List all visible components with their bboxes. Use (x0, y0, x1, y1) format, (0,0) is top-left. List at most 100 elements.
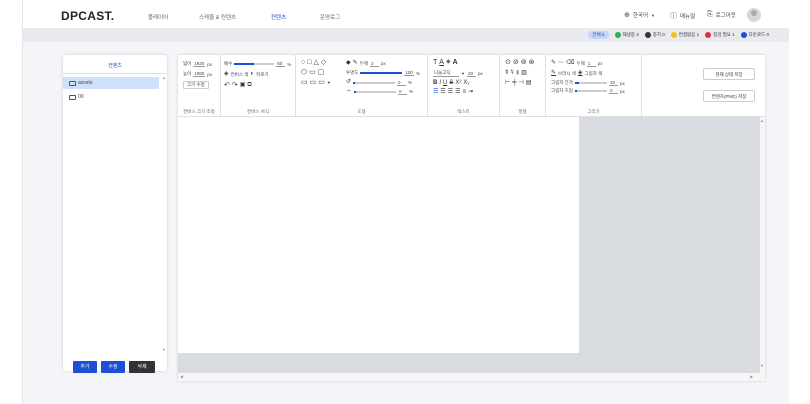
indent-icon[interactable]: ⇥ (468, 89, 473, 96)
nav-content[interactable]: 컨텐츠 (271, 13, 286, 21)
image-icon[interactable]: ▣ (240, 82, 246, 89)
highlight-icon[interactable]: ◈ (446, 59, 451, 66)
shape-icon[interactable]: ▭ (310, 79, 317, 86)
font-select[interactable]: 나눔고딕 (433, 70, 459, 77)
edit-button[interactable]: 수정 (101, 361, 125, 373)
pencil-icon[interactable]: ✎ (353, 60, 358, 67)
back-icon[interactable]: ⊛ (529, 59, 535, 66)
italic-icon[interactable]: I (439, 80, 441, 87)
strike-icon[interactable]: S (449, 80, 453, 87)
logout-link[interactable]: ⎘ 로그아웃 (707, 11, 736, 19)
scroll-down-icon[interactable]: ▼ (760, 363, 764, 368)
shape-icon[interactable]: ▭ (318, 79, 325, 86)
text-icon[interactable]: T (433, 59, 437, 66)
diamond-icon[interactable]: ◇ (321, 59, 326, 66)
thickness-input[interactable]: 1 (586, 61, 596, 67)
status-stopped[interactable]: 중지 0 (644, 32, 665, 38)
align-bottom-icon[interactable]: ⫫ (516, 70, 519, 77)
horizontal-scrollbar[interactable]: ◀ ▶ (178, 373, 760, 381)
hexagon-icon[interactable]: ⬡ (301, 69, 307, 76)
chevron-down-icon[interactable]: ▼ (461, 71, 465, 76)
rotate-input[interactable]: 0 (397, 80, 407, 86)
opacity-input[interactable]: 100 (404, 70, 414, 76)
text-shadow-icon[interactable]: A (453, 59, 458, 66)
scale-input[interactable]: 50 (276, 61, 286, 67)
redo-icon[interactable]: ↷ (232, 82, 238, 89)
status-download[interactable]: 다운로드 0 (740, 32, 769, 38)
nav-player[interactable]: 플레이어 (148, 13, 168, 21)
opacity-slider[interactable] (360, 72, 403, 74)
manual-link[interactable]: ⓘ 매뉴얼 (670, 11, 695, 21)
nav-log[interactable]: 운영로그 (320, 13, 340, 21)
shape-icon[interactable]: ▭ (301, 79, 308, 86)
distribute-icon[interactable]: ▥ (521, 70, 527, 77)
align-right-edge-icon[interactable]: ⊣ (519, 80, 524, 87)
fill-icon[interactable]: ◆ (346, 60, 351, 67)
resize-button[interactable]: 크기 수정 (183, 81, 209, 89)
circle-icon[interactable]: ○ (301, 59, 305, 66)
scroll-down-icon[interactable]: ▼ (162, 347, 166, 352)
shadow-distance-input[interactable]: 10 (608, 80, 618, 86)
ungroup-icon[interactable]: ⊘ (513, 59, 519, 66)
nav-schedule[interactable]: 스케줄 & 컨텐츠 (199, 13, 236, 21)
list-icon[interactable]: ≡ (463, 89, 467, 96)
group-icon[interactable]: ⊙ (505, 59, 511, 66)
canvas[interactable] (178, 117, 579, 353)
triangle-icon[interactable]: △ (313, 59, 318, 66)
shadow-color-icon[interactable]: ◈ (578, 70, 583, 77)
status-all-badge[interactable]: 전체 5 (588, 31, 609, 39)
align-justify-icon[interactable]: ☰ (455, 89, 460, 96)
bold-icon[interactable]: B (433, 80, 437, 87)
shadow-distance-slider[interactable] (574, 82, 607, 84)
underline-icon[interactable]: U (443, 80, 447, 87)
paint-bucket-icon[interactable]: ◈ (224, 71, 229, 78)
height-input[interactable]: 1080 (193, 71, 206, 77)
align-middle-icon[interactable]: ⫩ (510, 70, 513, 77)
width-input[interactable]: 1920 (193, 61, 206, 67)
rectangle-icon[interactable]: ▭ (309, 69, 316, 76)
square-icon[interactable]: □ (307, 59, 311, 66)
pen-color-icon[interactable]: ✎ (551, 70, 556, 77)
eraser-icon[interactable]: ⌫ (566, 60, 574, 67)
save-png-button[interactable]: 컨텐츠(PNG) 저장 (703, 90, 755, 102)
chevron-down-icon[interactable]: ▼ (327, 79, 331, 86)
shadow-blur-input[interactable]: 0 (608, 88, 618, 94)
font-size-input[interactable]: 20 (466, 71, 476, 77)
text-color-icon[interactable]: A (439, 59, 444, 66)
dash-icon[interactable]: ⋯ (558, 60, 564, 67)
shadow-blur-slider[interactable] (574, 90, 607, 92)
align-right-icon[interactable]: ☰ (448, 89, 453, 96)
status-check[interactable]: 점검 필요 1 (705, 32, 735, 38)
add-button[interactable]: 추가 (73, 361, 97, 373)
avatar[interactable] (747, 8, 761, 22)
delete-button[interactable]: 삭제 (129, 361, 155, 373)
status-offline[interactable]: 연결없음 1 (670, 32, 699, 38)
front-icon[interactable]: ⊚ (521, 59, 527, 66)
sidebar-item-00[interactable]: 00 (63, 91, 159, 103)
language-select[interactable]: ⊕ 한국어 ▼ (624, 11, 655, 19)
distribute-h-icon[interactable]: ▤ (526, 80, 532, 87)
scroll-up-icon[interactable]: ▲ (760, 118, 764, 123)
skew-input[interactable]: 0 (398, 89, 407, 95)
align-left-edge-icon[interactable]: ⊢ (505, 80, 510, 87)
align-hcenter-icon[interactable]: ╪ (512, 80, 516, 87)
status-playing[interactable]: 재생중 3 (614, 32, 639, 38)
skew-slider[interactable] (354, 90, 396, 93)
scale-slider[interactable] (234, 63, 275, 65)
layer-icon[interactable]: ◐ (250, 71, 254, 78)
save-current-button[interactable]: 현재 상태 저장 (703, 68, 755, 80)
stroke-input[interactable]: 2 (369, 61, 379, 67)
vertical-scrollbar[interactable]: ▲ ▼ (760, 117, 765, 381)
superscript-icon[interactable]: X² (455, 80, 461, 87)
logo[interactable]: DPCAST. (61, 9, 114, 23)
align-top-icon[interactable]: ⫪ (505, 70, 508, 77)
undo-icon[interactable]: ↶ (224, 82, 230, 89)
brush-icon[interactable]: ✎ (551, 60, 556, 67)
rounded-rect-icon[interactable]: ▢ (318, 69, 325, 76)
align-left-icon[interactable]: ☰ (433, 89, 438, 96)
scroll-up-icon[interactable]: ▲ (162, 75, 166, 80)
sidebar-scrollbar[interactable]: ▲ ▼ (162, 75, 166, 355)
subscript-icon[interactable]: X₂ (463, 80, 469, 87)
scroll-left-icon[interactable]: ◀ (180, 374, 183, 379)
rotate-slider[interactable] (353, 81, 396, 84)
